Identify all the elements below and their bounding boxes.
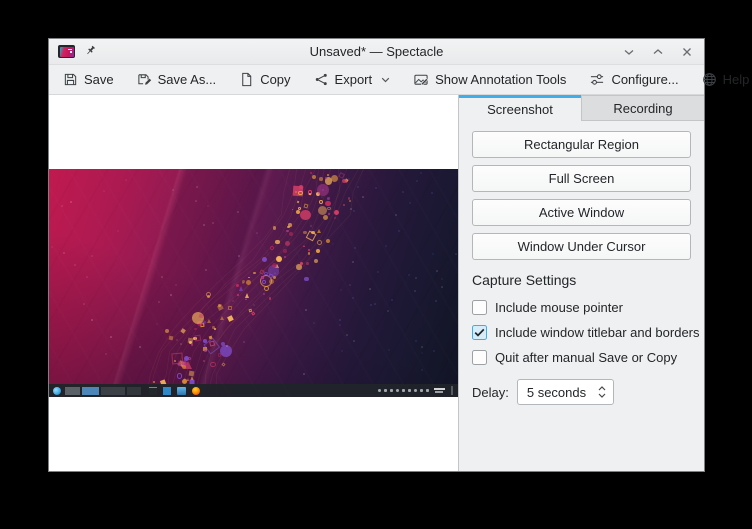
delay-value: 5 seconds <box>527 385 586 400</box>
checkbox-quit-after-manual-save-or-copy[interactable] <box>472 350 487 365</box>
toolbar-item-copy[interactable]: Copy <box>239 72 290 87</box>
toolbar-item-label: Show Annotation Tools <box>435 72 566 87</box>
checkbox-include-window-titlebar-and-borders[interactable] <box>472 325 487 340</box>
toolbar-item-label: Export <box>335 72 373 87</box>
delay-spinbox[interactable]: 5 seconds <box>517 379 614 405</box>
checkbox-include-mouse-pointer[interactable] <box>472 300 487 315</box>
help-icon <box>702 72 717 87</box>
taskbar-clock <box>434 388 445 394</box>
checkbox-label: Quit after manual Save or Copy <box>495 350 677 365</box>
checkbox-label: Include mouse pointer <box>495 300 623 315</box>
preview-taskbar <box>49 384 458 397</box>
side-panel: ScreenshotRecording Rectangular Region Fu… <box>458 95 704 471</box>
preview-pane <box>49 95 458 471</box>
tab-screenshot[interactable]: Screenshot <box>459 95 581 121</box>
toolbar-item-configure[interactable]: Configure... <box>589 72 678 87</box>
spin-down-icon <box>598 393 606 398</box>
screenshot-stage: Unsaved* — Spectacle Save Save As... Copy E… <box>0 0 752 529</box>
checkbox-label: Include window titlebar and borders <box>495 325 700 340</box>
button-active-window[interactable]: Active Window <box>472 199 691 226</box>
taskbar-firefox-icon <box>192 387 200 395</box>
capture-settings-heading: Capture Settings <box>472 272 691 288</box>
save-icon <box>63 72 78 87</box>
toolbar-item-label: Save <box>84 72 114 87</box>
app-window: Unsaved* — Spectacle Save Save As... Copy E… <box>48 38 705 472</box>
setting-row-include-window-titlebar-and-borders: Include window titlebar and borders <box>472 324 691 340</box>
spectacle-app-icon <box>58 45 75 58</box>
taskbar-dolphin-icon <box>177 387 186 395</box>
toolbar-item-label: Copy <box>260 72 290 87</box>
chevron-down-icon <box>381 77 390 83</box>
delay-label: Delay: <box>472 385 509 400</box>
toolbar-item-save[interactable]: Save <box>63 72 114 87</box>
main-toolbar: Save Save As... Copy Export Show Annotation … <box>49 65 704 95</box>
toolbar-item-save-as[interactable]: Save As... <box>137 72 217 87</box>
close-button[interactable] <box>679 44 695 60</box>
export-icon <box>314 72 329 87</box>
taskbar-konsole-icon <box>149 387 157 395</box>
copy-icon <box>239 72 254 87</box>
titlebar[interactable]: Unsaved* — Spectacle <box>49 39 704 65</box>
button-full-screen[interactable]: Full Screen <box>472 165 691 192</box>
save-as-icon <box>137 72 152 87</box>
screenshot-preview-image <box>49 169 458 397</box>
minimize-button[interactable] <box>621 44 637 60</box>
spin-up-icon <box>598 386 606 391</box>
configure-icon <box>589 72 605 87</box>
toolbar-item-help[interactable]: Help <box>702 72 752 87</box>
taskbar-system-tray <box>378 386 457 395</box>
setting-row-include-mouse-pointer: Include mouse pointer <box>472 299 691 315</box>
toolbar-item-label: Help <box>723 72 750 87</box>
window-title: Unsaved* — Spectacle <box>49 44 704 59</box>
tab-bar: ScreenshotRecording <box>459 95 704 121</box>
taskbar-launcher-icon <box>53 387 61 395</box>
toolbar-item-show-annotation-tools[interactable]: Show Annotation Tools <box>413 72 566 87</box>
pin-icon[interactable] <box>84 44 97 60</box>
tab-recording[interactable]: Recording <box>581 95 704 121</box>
toolbar-item-label: Configure... <box>611 72 678 87</box>
toolbar-item-label: Save As... <box>158 72 217 87</box>
taskbar-settings-icon <box>163 387 171 395</box>
setting-row-quit-after-manual-save-or-copy: Quit after manual Save or Copy <box>472 349 691 365</box>
button-window-under-cursor[interactable]: Window Under Cursor <box>472 233 691 260</box>
annotation-icon <box>413 72 429 87</box>
maximize-button[interactable] <box>650 44 666 60</box>
button-rectangular-region[interactable]: Rectangular Region <box>472 131 691 158</box>
spinbox-arrows[interactable] <box>598 386 606 398</box>
toolbar-item-export[interactable]: Export <box>314 72 391 87</box>
